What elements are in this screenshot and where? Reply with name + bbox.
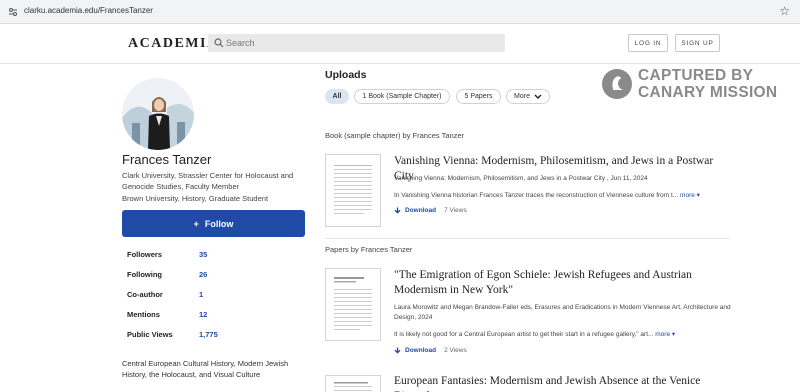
academia-logo[interactable]: ACADEMIA [128,36,219,52]
views-count: 2 Views [444,347,467,354]
work-thumbnail[interactable] [325,154,381,227]
canary-mission-watermark: CAPTURED BY CANARY MISSION [602,67,792,103]
affiliation-secondary[interactable]: Brown University, History, Graduate Stud… [122,193,302,204]
bookmark-star-icon[interactable]: ☆ [779,4,790,18]
stat-value: 1,775 [199,330,218,339]
stat-value: 12 [199,310,208,319]
stat-following[interactable]: Following 26 [127,270,307,284]
snippet-text: It is likely not good for a Central Euro… [394,331,654,338]
stat-mentions[interactable]: Mentions 12 [127,310,307,324]
url-text[interactable]: clarku.academia.edu/FrancesTanzer [24,6,153,15]
filter-book[interactable]: 1 Book (Sample Chapter) [354,89,450,104]
top-navigation: ACADEMIA Search LOG IN SIGN UP [0,24,800,64]
stat-followers[interactable]: Followers 35 [127,250,307,264]
work-title[interactable]: European Fantasies: Modernism and Jewish… [394,374,734,392]
book-section-label: Book (sample chapter) by Frances Tanzer [325,131,465,140]
stat-value: 1 [199,290,204,299]
snippet-text: In Vanishing Vienna historian Frances Ta… [394,192,679,199]
uploads-heading: Uploads [325,69,367,81]
filter-more-label: More [514,93,530,100]
more-label: more [680,192,695,199]
profile-name: Frances Tanzer [122,152,212,167]
search-bar[interactable]: Search [208,34,505,52]
more-label: more [655,331,671,338]
work-thumbnail[interactable] [325,375,381,392]
filter-all[interactable]: All [325,89,349,104]
download-button[interactable]: Download [394,347,436,354]
work-snippet: In Vanishing Vienna historian Frances Ta… [394,191,734,201]
affiliation-primary[interactable]: Clark University, Strassler Center for H… [122,170,302,192]
section-divider [325,238,730,239]
site-settings-icon[interactable] [8,7,18,17]
snippet-more-link[interactable]: more ▾ [655,331,675,338]
work-snippet: It is likely not good for a Central Euro… [394,330,734,340]
work-meta: Vanishing Vienna: Modernism, Philosemiti… [394,175,648,182]
papers-section-label: Papers by Frances Tanzer [325,245,413,254]
watermark-line-2: CANARY MISSION [638,84,778,101]
search-placeholder: Search [226,38,255,48]
work-title[interactable]: "The Emigration of Egon Schiele: Jewish … [394,268,734,298]
watermark-text: CAPTURED BY CANARY MISSION [638,67,777,101]
follow-button[interactable]: + Follow [122,210,305,237]
stat-label: Co-author [127,290,163,299]
work-actions: Download 7 Views [394,207,467,214]
work-thumbnail[interactable] [325,268,381,341]
search-icon [214,38,224,48]
download-icon [394,347,401,354]
stat-value: 35 [199,250,208,259]
download-label: Download [405,347,437,354]
work-actions: Download 2 Views [394,347,467,354]
stat-label: Following [127,270,162,279]
signup-button[interactable]: SIGN UP [675,34,720,52]
stat-label: Followers [127,250,163,259]
stat-label: Mentions [127,310,160,319]
watermark-line-1: CAPTURED BY [638,67,754,84]
work-meta: Laura Morowitz and Megan Brandow-Faller … [394,304,731,321]
profile-avatar [122,78,194,150]
download-icon [394,207,401,214]
stat-coauthor[interactable]: Co-author 1 [127,290,307,304]
snippet-more-link[interactable]: more ▾ [680,192,700,199]
download-label: Download [405,207,437,214]
views-count: 7 Views [444,207,467,214]
canary-bird-icon [602,69,632,99]
login-button[interactable]: LOG IN [628,34,668,52]
stat-label: Public Views [127,330,173,339]
filter-papers[interactable]: 5 Papers [456,89,501,104]
download-button[interactable]: Download [394,207,436,214]
follow-label: Follow [204,218,234,229]
stat-value: 26 [199,270,208,279]
research-interests: Central European Cultural History, Moder… [122,359,289,379]
stat-public-views[interactable]: Public Views 1,775 [127,330,307,344]
filter-more-dropdown[interactable]: More [506,89,550,104]
browser-url-bar[interactable]: clarku.academia.edu/FrancesTanzer ☆ [0,0,800,24]
plus-icon: + [193,218,199,229]
chevron-down-icon [534,94,542,99]
